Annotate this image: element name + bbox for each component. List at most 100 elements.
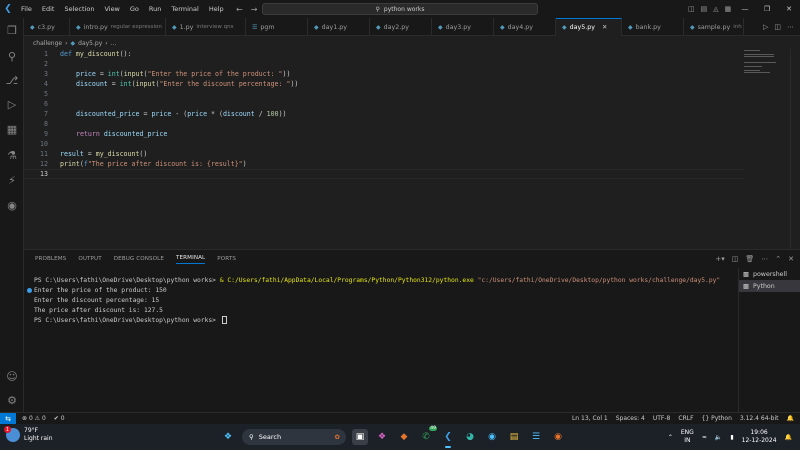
close-tab-icon[interactable]: ✕ — [602, 24, 607, 31]
tab-day1[interactable]: ◆ day1.py — [308, 18, 370, 36]
tray-chevron-up-icon[interactable]: ⌃ — [668, 434, 673, 441]
tab-day4[interactable]: ◆ day4.py — [494, 18, 556, 36]
weather-badge: 1 — [4, 426, 11, 433]
weather-widget[interactable]: 1 79°F Light rain — [4, 426, 53, 443]
source-control-icon[interactable]: ⎇ — [0, 68, 24, 92]
windows-start-icon[interactable]: ❖ — [220, 429, 236, 445]
file-explorer-icon[interactable]: ▤ — [506, 429, 522, 445]
menu-view[interactable]: View — [99, 0, 124, 18]
python-interpreter[interactable]: 3.12.4 64-bit — [740, 415, 779, 422]
copilot-app-icon[interactable]: ❖ — [374, 429, 390, 445]
run-python-icon[interactable]: ▷ — [763, 23, 768, 31]
minimize-icon[interactable]: — — [734, 5, 756, 13]
tab-1py[interactable]: ◆ 1.py interview qns — [166, 18, 246, 36]
terminal-item-powershell[interactable]: ▩ powershell — [739, 268, 800, 280]
tab-ports[interactable]: PORTS — [217, 256, 236, 262]
tab-day2[interactable]: ◆ day2.py — [370, 18, 432, 36]
customize-layout-icon[interactable]: ▦ — [725, 5, 732, 13]
toggle-secondary-sidebar-icon[interactable]: ◬ — [713, 5, 718, 13]
taskbar-search[interactable]: ⚲ Search ✿ — [242, 429, 346, 445]
volume-icon[interactable]: 🔈 — [715, 434, 722, 441]
tab-day5[interactable]: ◆ day5.py ✕ — [556, 18, 622, 36]
language-mode[interactable]: {} Python — [702, 415, 732, 422]
extensions-icon[interactable]: ▦ — [0, 117, 24, 141]
chrome-icon[interactable]: ◉ — [550, 429, 566, 445]
menu-edit[interactable]: Edit — [37, 0, 60, 18]
notifications-bell-icon[interactable]: 🔔 — [787, 415, 794, 422]
python-file-icon: ◆ — [562, 24, 567, 31]
task-view-icon[interactable]: ▣ — [352, 429, 368, 445]
menu-go[interactable]: Go — [125, 0, 144, 18]
clock[interactable]: 19:06 12-12-2024 — [742, 429, 777, 445]
menu-selection[interactable]: Selection — [59, 0, 99, 18]
remote-indicator-icon[interactable]: ⇆ — [0, 412, 16, 425]
tab-intro[interactable]: ◆ intro.py regular expression — [70, 18, 166, 36]
minimap[interactable] — [744, 49, 784, 79]
notepad-icon[interactable]: ☰ — [528, 429, 544, 445]
run-debug-icon[interactable]: ▷ — [0, 92, 24, 116]
problems-status[interactable]: ⊗ 0 ⚠ 0 — [22, 415, 46, 422]
tab-output[interactable]: OUTPUT — [78, 256, 101, 262]
encoding[interactable]: UTF-8 — [653, 415, 671, 422]
tab-terminal[interactable]: TERMINAL — [176, 255, 206, 264]
maximize-panel-icon[interactable]: ⌃ — [775, 255, 781, 263]
kill-terminal-icon[interactable]: 🗑 — [745, 255, 754, 263]
testing-icon[interactable]: ⚗ — [0, 143, 24, 167]
tab-day3[interactable]: ◆ day3.py — [432, 18, 494, 36]
menu-help[interactable]: Help — [204, 0, 229, 18]
command-center-search[interactable]: ⚲ python works — [262, 3, 538, 15]
breadcrumb-file[interactable]: day5.py — [78, 40, 102, 47]
menu-terminal[interactable]: Terminal — [166, 0, 203, 18]
menu-run[interactable]: Run — [144, 0, 166, 18]
wifi-icon[interactable]: ≈ — [702, 434, 707, 441]
edge-icon[interactable]: ◕ — [462, 429, 478, 445]
more-actions-icon[interactable]: ⋯ — [787, 23, 794, 31]
new-terminal-icon[interactable]: +▾ — [715, 255, 724, 263]
chrome-alt-icon[interactable]: ◉ — [484, 429, 500, 445]
toggle-sidebar-icon[interactable]: ◫ — [688, 5, 695, 13]
more-icon[interactable]: ⋯ — [761, 255, 768, 263]
tab-c3[interactable]: ◆ c3.py — [24, 18, 70, 36]
whatsapp-icon[interactable]: ✆ 49 — [418, 426, 437, 445]
explorer-icon[interactable]: ❐ — [0, 18, 24, 42]
tab-debug-console[interactable]: DEBUG CONSOLE — [114, 256, 164, 262]
battery-icon[interactable]: ▮ — [730, 434, 733, 441]
terminal-line: PS C:\Users\fathi\OneDrive\Desktop\pytho… — [34, 276, 721, 284]
tab-sample[interactable]: ◆ sample.py inh — [684, 18, 744, 36]
back-arrow-icon[interactable]: ← — [236, 5, 243, 14]
tab-problems[interactable]: PROBLEMS — [35, 256, 66, 262]
language-indicator[interactable]: ENG IN — [681, 429, 694, 445]
code-editor[interactable]: 1 def my_discount(): 2 3 price = int(input… — [24, 49, 800, 249]
terminal-item-python[interactable]: ▩ Python — [739, 280, 800, 292]
end-of-line[interactable]: CRLF — [678, 415, 693, 422]
vscode-taskbar-icon[interactable]: ❮ — [440, 429, 456, 448]
python-file-icon: ◆ — [438, 23, 443, 31]
close-panel-icon[interactable]: ✕ — [788, 255, 794, 263]
cursor-position[interactable]: Ln 13, Col 1 — [572, 415, 608, 422]
editor-scrollbar[interactable] — [790, 49, 800, 249]
status-bar: ⇆ ⊗ 0 ⚠ 0 ✔​ 0 Ln 13, Col 1 Spaces: 4 UT… — [0, 412, 800, 425]
settings-gear-icon[interactable]: ⚙ — [0, 388, 24, 412]
account-icon[interactable]: ☺ — [0, 364, 24, 388]
tab-pgm[interactable]: ☰ pgm — [246, 18, 308, 36]
database-icon[interactable]: ◉ — [0, 193, 24, 217]
terminal-line: Enter the price of the product: 150 — [24, 285, 734, 295]
toggle-panel-icon[interactable]: ▤ — [701, 5, 708, 13]
close-window-icon[interactable]: ✕ — [778, 5, 800, 13]
office-icon[interactable]: ◆ — [396, 429, 412, 445]
indentation[interactable]: Spaces: 4 — [616, 415, 645, 422]
forward-arrow-icon[interactable]: → — [251, 5, 258, 14]
tab-bank[interactable]: ◆ bank.py — [622, 18, 684, 36]
split-terminal-icon[interactable]: ◫ — [732, 255, 739, 263]
search-view-icon[interactable]: ⚲ — [0, 44, 24, 68]
split-editor-icon[interactable]: ◫ — [774, 23, 781, 31]
copilot-icon[interactable]: ⚡ — [0, 168, 24, 192]
ports-status[interactable]: ✔​ 0 — [54, 415, 65, 422]
restore-icon[interactable]: ❐ — [756, 5, 778, 13]
notification-icon[interactable]: 🔔 — [785, 434, 792, 441]
status-left: ⊗ 0 ⚠ 0 ✔​ 0 — [16, 415, 65, 422]
breadcrumb-folder[interactable]: challenge — [33, 40, 62, 47]
terminal-output[interactable]: PS C:\Users\fathi\OneDrive\Desktop\pytho… — [24, 275, 734, 325]
breadcrumb-symbol[interactable]: ... — [111, 40, 117, 47]
menu-file[interactable]: File — [16, 0, 37, 18]
